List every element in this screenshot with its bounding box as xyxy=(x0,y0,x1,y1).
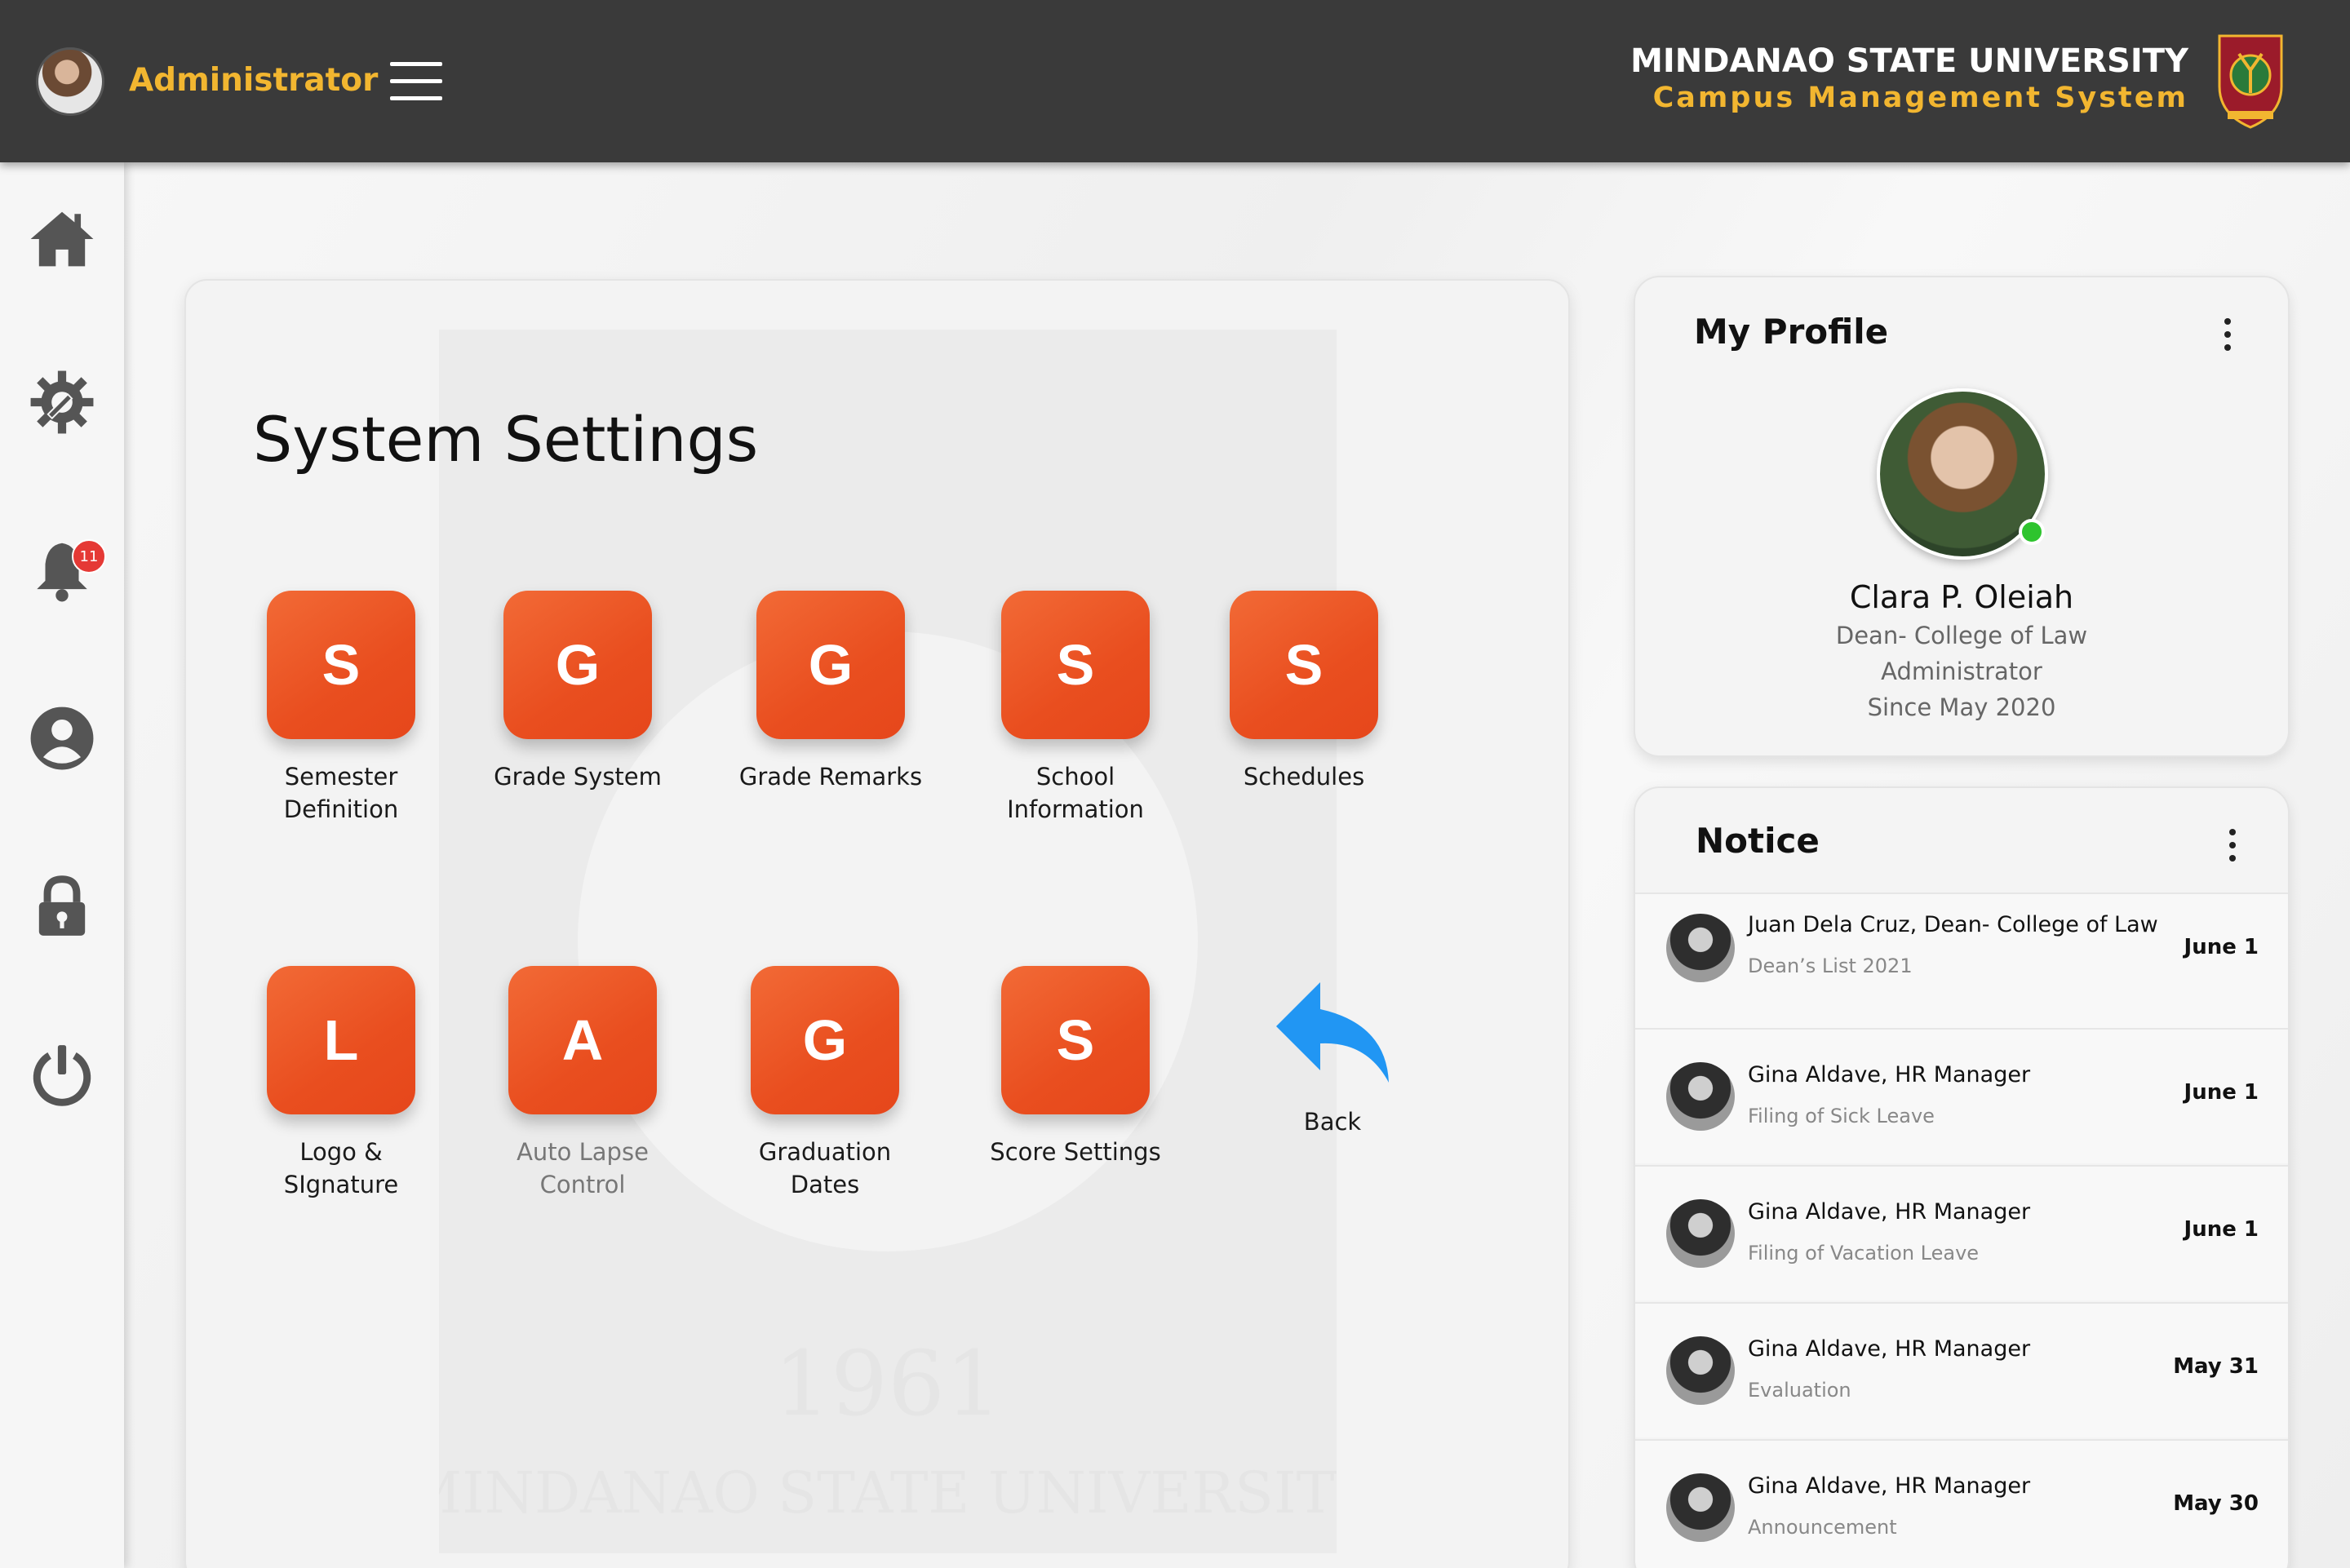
tile-label: Grade System xyxy=(494,763,662,791)
tile-score-settings[interactable]: S Score Settings xyxy=(978,966,1173,1168)
back-arrow-icon xyxy=(1271,970,1394,1092)
notice-avatar xyxy=(1666,1336,1735,1405)
lock-icon xyxy=(38,875,86,936)
notice-avatar xyxy=(1666,914,1735,982)
notice-item[interactable]: Gina Aldave, HR Manager Announcement May… xyxy=(1635,1439,2288,1568)
notice-date: May 30 xyxy=(2173,1491,2259,1516)
back-label: Back xyxy=(1303,1108,1362,1136)
notice-item[interactable]: Gina Aldave, HR Manager Filing of Vacati… xyxy=(1635,1165,2288,1300)
sidebar-item-security[interactable] xyxy=(21,866,103,947)
tile-grade-remarks[interactable]: G Grade Remarks xyxy=(733,591,929,793)
tile-schedules[interactable]: S Schedules xyxy=(1206,591,1402,793)
tile-auto-lapse-control[interactable]: A Auto Lapse Control xyxy=(485,966,681,1201)
tile-letter-icon: G xyxy=(751,966,899,1114)
tile-grade-system[interactable]: G Grade System xyxy=(480,591,676,793)
sidebar-item-profile[interactable] xyxy=(21,698,103,779)
notice-date: June 1 xyxy=(2184,935,2259,959)
notice-date: June 1 xyxy=(2184,1080,2259,1105)
system-settings-panel: 1961 MINDANAO STATE UNIVERSITY System Se… xyxy=(184,279,1570,1568)
sidebar-item-notifications[interactable]: 11 xyxy=(21,529,106,611)
profile-card-title: My Profile xyxy=(1694,312,1889,352)
page-title: System Settings xyxy=(253,403,759,476)
notice-sender: Juan Dela Cruz, Dean- College of Law xyxy=(1748,912,2158,937)
university-name: MINDANAO STATE UNIVERSITY xyxy=(1630,42,2188,80)
notice-card-title: Notice xyxy=(1696,821,1820,861)
tile-label: Score Settings xyxy=(990,1138,1161,1166)
tile-letter-icon: L xyxy=(267,966,415,1114)
tile-label-line2: SIgnature xyxy=(283,1171,399,1198)
tile-letter-icon: G xyxy=(756,591,905,739)
user-icon xyxy=(30,706,94,770)
profile-position: Dean- College of Law xyxy=(1835,622,2088,649)
profile-more-options-icon[interactable] xyxy=(2219,318,2236,359)
tile-label: School xyxy=(1035,763,1115,791)
power-icon xyxy=(33,1045,91,1106)
tile-letter-icon: S xyxy=(1230,591,1378,739)
my-profile-card: My Profile Clara P. Oleiah Dean- College… xyxy=(1634,276,2290,757)
notice-avatar xyxy=(1666,1473,1735,1542)
notice-subject: Evaluation xyxy=(1748,1379,1851,1402)
notice-subject: Announcement xyxy=(1748,1516,1897,1539)
notification-badge: 11 xyxy=(72,539,106,574)
admin-label[interactable]: Administrator xyxy=(129,62,378,99)
notice-more-options-icon[interactable] xyxy=(2224,829,2241,870)
admin-avatar[interactable] xyxy=(36,47,104,116)
tile-label: Semester xyxy=(284,763,398,791)
tile-label: Grade Remarks xyxy=(738,763,923,791)
notice-sender: Gina Aldave, HR Manager xyxy=(1748,1062,2031,1087)
sidebar-item-settings[interactable] xyxy=(21,361,103,443)
gear-wrench-icon xyxy=(30,370,94,434)
notice-avatar xyxy=(1666,1062,1735,1131)
tile-letter-icon: S xyxy=(267,591,415,739)
sidebar: 11 xyxy=(0,162,124,1568)
notice-sender: Gina Aldave, HR Manager xyxy=(1748,1199,2031,1225)
tile-school-information[interactable]: S School Information xyxy=(978,591,1173,826)
profile-role: Administrator xyxy=(1881,658,2042,685)
university-seal-watermark: 1961 MINDANAO STATE UNIVERSITY xyxy=(439,330,1337,1553)
tile-label: Logo & xyxy=(299,1138,383,1166)
tile-label-line2: Control xyxy=(539,1171,626,1198)
notice-card: Notice Juan Dela Cruz, Dean- College of … xyxy=(1634,786,2290,1568)
profile-name: Clara P. Oleiah xyxy=(1849,579,2074,615)
tile-label: Schedules xyxy=(1243,763,1365,791)
notice-item[interactable]: Gina Aldave, HR Manager Filing of Sick L… xyxy=(1635,1028,2288,1163)
tile-label-line2: Information xyxy=(1007,795,1144,823)
notice-avatar xyxy=(1666,1199,1735,1268)
notice-sender: Gina Aldave, HR Manager xyxy=(1748,1473,2031,1499)
tile-graduation-dates[interactable]: G Graduation Dates xyxy=(727,966,923,1201)
top-bar: Administrator MINDANAO STATE UNIVERSITY … xyxy=(0,0,2350,162)
tile-letter-icon: G xyxy=(503,591,652,739)
notice-date: June 1 xyxy=(2184,1217,2259,1242)
online-status-dot xyxy=(2019,519,2045,545)
tile-label-line2: Dates xyxy=(790,1171,860,1198)
notice-sender: Gina Aldave, HR Manager xyxy=(1748,1336,2031,1362)
tile-semester-definition[interactable]: S Semester Definition xyxy=(243,591,439,826)
watermark-text: MINDANAO STATE UNIVERSITY xyxy=(439,1459,1337,1526)
tile-letter-icon: S xyxy=(1001,966,1150,1114)
system-name: Campus Management System xyxy=(1652,82,2188,114)
tile-letter-icon: S xyxy=(1001,591,1150,739)
sidebar-item-logout[interactable] xyxy=(21,1034,103,1115)
university-seal-logo xyxy=(2218,34,2283,129)
notice-item[interactable]: Juan Dela Cruz, Dean- College of Law Dea… xyxy=(1635,893,2288,1028)
home-icon xyxy=(30,211,94,267)
notice-item[interactable]: Gina Aldave, HR Manager Evaluation May 3… xyxy=(1635,1302,2288,1437)
menu-toggle-button[interactable] xyxy=(390,62,442,101)
notice-date: May 31 xyxy=(2173,1354,2259,1379)
notice-subject: Filing of Sick Leave xyxy=(1748,1105,1935,1127)
hamburger-icon xyxy=(390,62,442,66)
tile-letter-icon: A xyxy=(508,966,657,1114)
profile-since: Since May 2020 xyxy=(1867,693,2056,721)
notice-subject: Filing of Vacation Leave xyxy=(1748,1242,1980,1265)
notice-subject: Dean’s List 2021 xyxy=(1748,955,1913,977)
watermark-year: 1961 xyxy=(774,1331,1002,1436)
tile-label-line2: Definition xyxy=(283,795,399,823)
sidebar-item-home[interactable] xyxy=(21,198,103,280)
tile-logo-signature[interactable]: L Logo & SIgnature xyxy=(243,966,439,1201)
back-button[interactable]: Back xyxy=(1235,970,1430,1138)
tile-label: Graduation xyxy=(758,1138,892,1166)
tile-label: Auto Lapse xyxy=(517,1138,649,1166)
